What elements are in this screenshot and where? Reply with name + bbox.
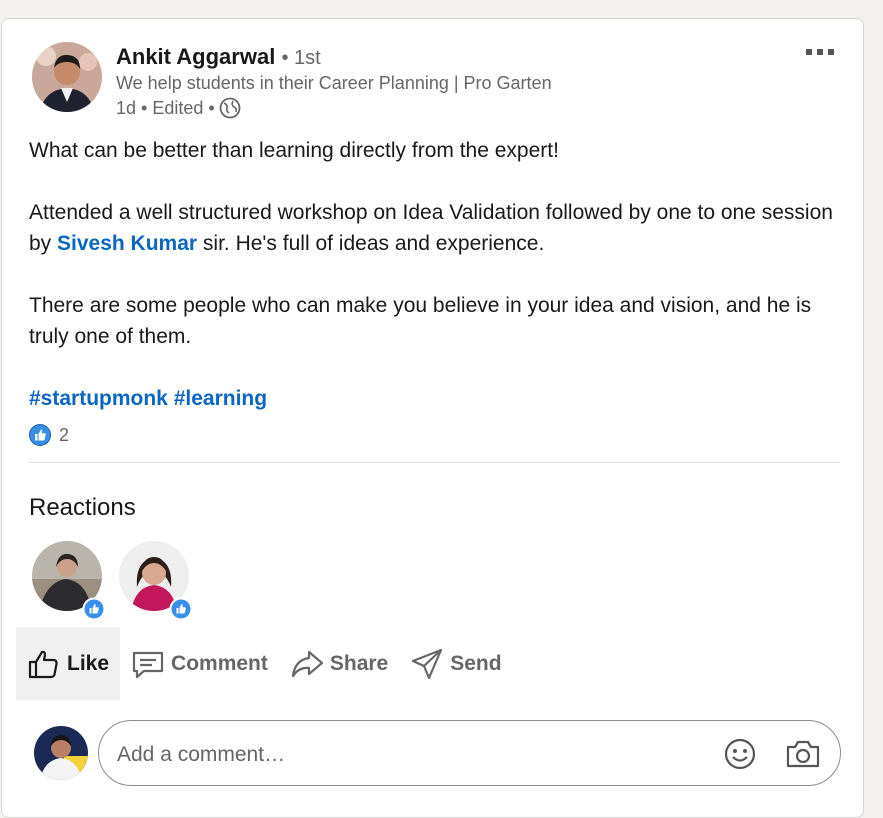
like-button[interactable]: Like [16,627,121,700]
social-actions-bar: Like Comment Share Send [16,627,513,700]
comment-label: Comment [171,651,268,675]
like-reaction-icon [29,424,51,446]
send-label: Send [450,651,502,675]
post-paragraph: There are some people who can make you b… [29,294,812,348]
post-time-edited: 1d • Edited • [116,97,215,118]
like-label: Like [67,651,110,675]
author-avatar[interactable] [32,42,102,112]
likes-summary[interactable]: 2 [29,424,69,446]
reactor-avatar[interactable] [32,541,106,621]
share-label: Share [329,651,389,675]
mention-link[interactable]: Sivesh Kumar [57,232,197,255]
like-reaction-icon [169,597,193,621]
send-button[interactable]: Send [399,627,512,700]
more-options-icon[interactable] [802,41,842,65]
post-paragraph: Attended a well structured workshop on I… [29,201,833,255]
reactions-title: Reactions [29,494,136,521]
like-reaction-icon [82,597,106,621]
hashtag-link[interactable]: #startupmonk [29,387,168,410]
author-name[interactable]: Ankit Aggarwal • 1st [116,44,321,70]
emoji-icon[interactable] [723,737,757,771]
comment-icon [132,651,164,678]
post-line: What can be better than learning directl… [29,139,559,162]
like-icon [28,650,58,678]
share-icon [291,650,323,677]
connection-degree: • 1st [281,47,321,69]
current-user-avatar[interactable] [34,726,88,780]
hashtag-link[interactable]: #learning [174,387,267,410]
post-text: What can be better than learning directl… [29,135,844,414]
hashtags: #startupmonk #learning [29,383,844,414]
camera-icon[interactable] [785,737,821,771]
share-button[interactable]: Share [279,627,399,700]
globe-icon [219,97,241,119]
post-card: Ankit Aggarwal • 1st We help students in… [1,18,864,818]
likes-count: 2 [59,424,70,445]
comment-input[interactable] [115,739,699,771]
author-headline: We help students in their Career Plannin… [116,73,552,93]
send-icon [412,648,443,679]
reactor-avatar[interactable] [119,541,193,621]
post-meta: 1d • Edited • [116,97,241,119]
comment-button[interactable]: Comment [120,627,279,700]
divider [28,462,840,463]
comment-box [98,720,841,786]
